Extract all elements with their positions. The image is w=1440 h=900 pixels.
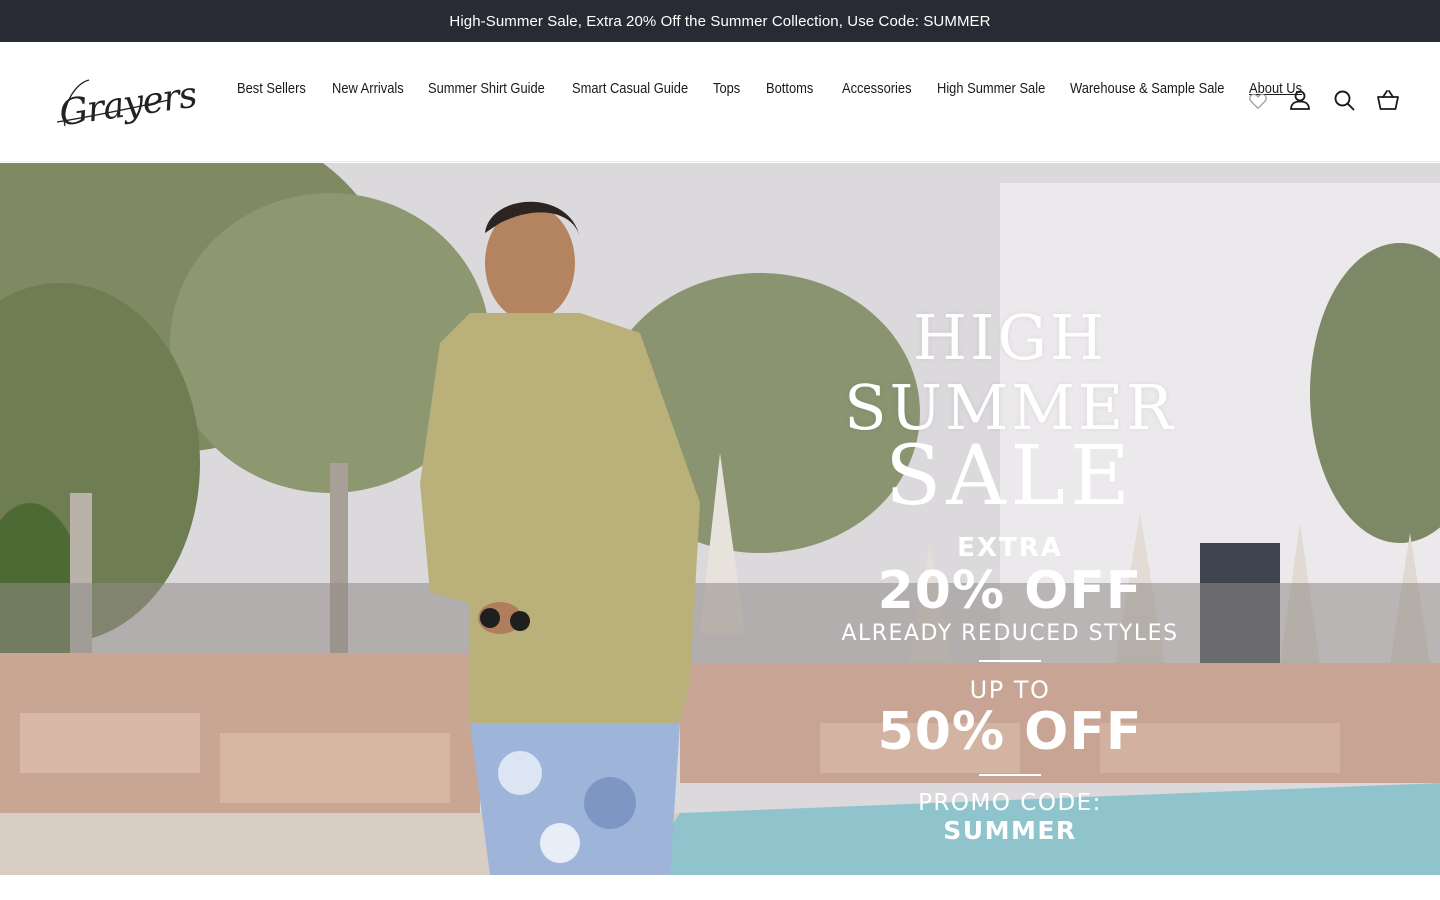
- hero-divider: [979, 660, 1041, 662]
- nav-smart-casual-guide[interactable]: Smart Casual Guide: [572, 77, 693, 101]
- nav-best-sellers[interactable]: Best Sellers: [237, 77, 319, 101]
- search-icon[interactable]: [1332, 88, 1356, 112]
- brand-logo[interactable]: Grayers: [53, 70, 199, 135]
- nav-new-arrivals[interactable]: New Arrivals: [332, 77, 415, 101]
- hero-subtitle: SALE: [885, 429, 1135, 524]
- hero-extra-label: EXTRA: [957, 533, 1063, 563]
- header-icons: [1288, 88, 1400, 112]
- hero-discount-20: 20% OFF: [877, 561, 1143, 621]
- hero-banner[interactable]: HIGH SUMMER SALE EXTRA 20% OFF ALREADY R…: [0, 163, 1440, 875]
- site-header: Grayers Best Sellers New Arrivals Summer…: [0, 42, 1440, 162]
- hero-promo-label: PROMO CODE:: [918, 790, 1102, 816]
- nav-high-summer-sale[interactable]: High Summer Sale: [937, 77, 1051, 101]
- main-nav: Best Sellers New Arrivals Summer Shirt G…: [237, 77, 1309, 101]
- nav-bottoms[interactable]: Bottoms: [766, 77, 831, 101]
- account-icon[interactable]: [1288, 88, 1312, 112]
- hero-promo-text: HIGH SUMMER SALE EXTRA 20% OFF ALREADY R…: [750, 301, 1270, 846]
- cart-icon[interactable]: [1376, 88, 1400, 112]
- hero-discount-note: ALREADY REDUCED STYLES: [841, 621, 1179, 646]
- hero-upto-label: UP TO: [969, 676, 1051, 704]
- hero-promo-code: SUMMER: [943, 816, 1077, 845]
- hero-title: HIGH SUMMER: [844, 301, 1176, 444]
- heart-icon[interactable]: [1247, 90, 1269, 112]
- announcement-text: High-Summer Sale, Extra 20% Off the Summ…: [449, 12, 991, 30]
- nav-summer-shirt-guide[interactable]: Summer Shirt Guide: [428, 77, 552, 101]
- hero-discount-50: 50% OFF: [877, 702, 1143, 762]
- hero-divider-2: [979, 774, 1041, 776]
- nav-tops[interactable]: Tops: [713, 77, 759, 101]
- nav-warehouse-sample-sale[interactable]: Warehouse & Sample Sale: [1070, 77, 1224, 101]
- announcement-bar: High-Summer Sale, Extra 20% Off the Summ…: [0, 0, 1440, 42]
- nav-accessories[interactable]: Accessories: [842, 77, 924, 101]
